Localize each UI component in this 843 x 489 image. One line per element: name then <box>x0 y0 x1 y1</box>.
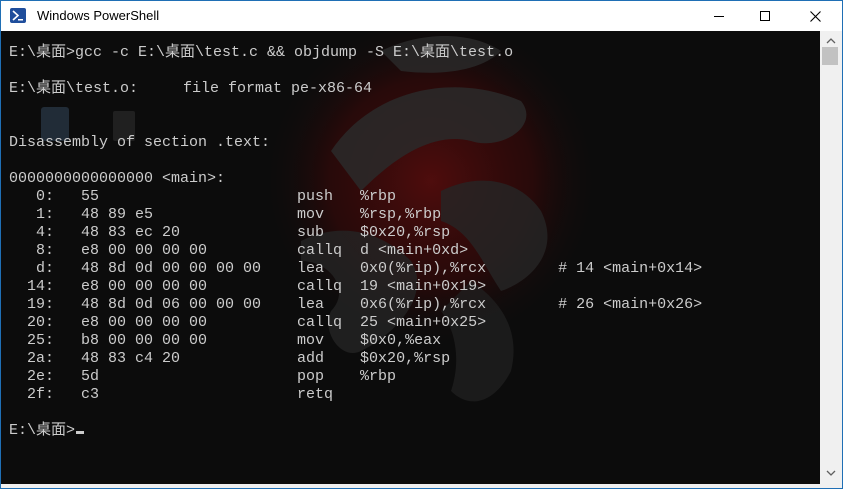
scroll-up-icon[interactable] <box>825 35 837 47</box>
minimize-button[interactable] <box>696 1 742 31</box>
scroll-down-icon[interactable] <box>825 467 837 479</box>
window-title: Windows PowerShell <box>37 8 160 23</box>
text-cursor <box>76 431 85 434</box>
console-line: 8: e8 00 00 00 00 callq d <main+0xd> <box>9 242 469 259</box>
console-line: 4: 48 83 ec 20 sub $0x20,%rsp <box>9 224 451 241</box>
console-line: 0: 55 push %rbp <box>9 188 397 205</box>
close-button[interactable] <box>788 1 842 31</box>
console-line: E:\桌面\test.o: file format pe-x86-64 <box>9 80 373 97</box>
console-line: 19: 48 8d 0d 06 00 00 00 lea 0x6(%rip),%… <box>9 296 703 313</box>
title-bar[interactable]: Windows PowerShell <box>1 1 842 31</box>
console-line: 14: e8 00 00 00 00 callq 19 <main+0x19> <box>9 278 487 295</box>
console-line: d: 48 8d 0d 00 00 00 00 lea 0x0(%rip),%r… <box>9 260 703 277</box>
console-line: 25: b8 00 00 00 00 mov $0x0,%eax <box>9 332 442 349</box>
powershell-icon <box>10 8 26 23</box>
console-line: E:\桌面>gcc -c E:\桌面\test.c && objdump -S … <box>9 44 514 61</box>
console-line: 2a: 48 83 c4 20 add $0x20,%rsp <box>9 350 451 367</box>
console-line: 2e: 5d pop %rbp <box>9 368 397 385</box>
minimize-icon <box>714 16 724 17</box>
close-icon <box>809 10 821 22</box>
console-line: 20: e8 00 00 00 00 callq 25 <main+0x25> <box>9 314 487 331</box>
console-line: 0000000000000000 <main>: <box>9 170 226 187</box>
command-prompt[interactable]: E:\桌面> <box>9 422 75 439</box>
console-output: E:\桌面>gcc -c E:\桌面\test.c && objdump -S … <box>9 44 702 440</box>
console-area[interactable]: E:\桌面>gcc -c E:\桌面\test.c && objdump -S … <box>1 31 820 484</box>
console-line: 2f: c3 retq <box>9 386 334 403</box>
maximize-icon <box>760 11 770 21</box>
powershell-window: Windows PowerShell E:\桌面>gcc -c E:\桌面\te… <box>0 0 843 489</box>
maximize-button[interactable] <box>742 1 788 31</box>
scrollbar-thumb[interactable] <box>822 47 838 65</box>
console-line: 1: 48 89 e5 mov %rsp,%rbp <box>9 206 442 223</box>
window-bottom-edge <box>1 484 842 488</box>
console-line: Disassembly of section .text: <box>9 134 271 151</box>
vertical-scrollbar[interactable] <box>820 31 842 484</box>
